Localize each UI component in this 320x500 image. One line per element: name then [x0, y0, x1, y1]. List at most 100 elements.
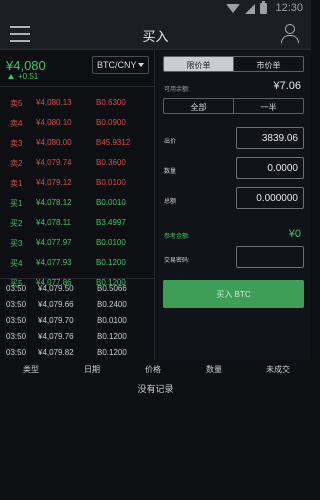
bid-price: ¥4,078.11 — [36, 218, 71, 227]
bid-row[interactable]: 买3 ¥4,077.97 B0.0100 — [0, 232, 155, 252]
trade-password-label: 交易密码: — [164, 258, 190, 264]
ask-amount: B0.6300 — [96, 98, 126, 107]
buy-button[interactable]: 买入 BTC — [163, 280, 304, 308]
ask-amount: B0.0100 — [96, 178, 126, 187]
trade-amount: B0.1200 — [97, 348, 127, 357]
price-change: +0.51 — [8, 72, 38, 81]
trade-row: 03:50 ¥4,079.70 B0.0100 — [0, 312, 155, 328]
ask-label: 卖5 — [10, 99, 23, 108]
portion-half-button[interactable]: 一半 — [233, 99, 303, 113]
ask-price: ¥4,080.00 — [36, 138, 72, 147]
ask-row[interactable]: 卖5 ¥4,080.13 B0.6300 — [0, 92, 155, 112]
portion-all-button[interactable]: 全部 — [164, 99, 233, 113]
divider — [0, 278, 155, 279]
bid-row[interactable]: 买4 ¥4,077.93 B0.1200 — [0, 252, 155, 272]
bid-price: ¥4,077.93 — [36, 258, 72, 267]
bid-row[interactable]: 买2 ¥4,078.11 B3.4997 — [0, 212, 155, 232]
trade-time: 03:50 — [6, 348, 27, 357]
column-header-date: 日期 — [84, 365, 100, 374]
trade-price: ¥4,079.76 — [38, 332, 74, 341]
ask-amount: B0.0900 — [96, 118, 126, 127]
ask-label: 卖2 — [10, 159, 23, 168]
quantity-input[interactable]: 0.0000 — [236, 157, 304, 179]
ask-label: 卖1 — [10, 179, 23, 188]
bid-amount: B3.4997 — [96, 218, 126, 227]
price-input[interactable]: 3839.06 — [236, 127, 304, 149]
title-bar: 买入 — [0, 18, 311, 50]
bid-amount: B0.1200 — [96, 258, 126, 267]
column-header-unfilled: 未成交 — [266, 365, 290, 374]
bid-amount: B0.0100 — [96, 238, 126, 247]
total-label: 总额 — [164, 199, 177, 205]
status-icons — [226, 1, 267, 14]
trade-price: ¥4,079.70 — [38, 316, 74, 325]
trade-price: ¥4,079.82 — [38, 348, 74, 357]
order-form: 限价单 市价单 可用余额: ¥7.06 全部 一半 出价 3839.06 数量 … — [156, 50, 311, 360]
ask-price: ¥4,080.10 — [36, 118, 72, 127]
reference-amount-label: 参考金额: — [164, 234, 190, 240]
trade-price: ¥4,079.50 — [38, 284, 74, 293]
ask-row[interactable]: 卖1 ¥4,079.12 B0.0100 — [0, 172, 155, 192]
trade-time: 03:50 — [6, 316, 27, 325]
orders-panel — [0, 378, 311, 500]
ask-label: 卖4 — [10, 119, 23, 128]
divider — [0, 86, 155, 87]
chevron-down-icon — [138, 63, 144, 67]
signal-icon — [245, 3, 255, 14]
reference-amount-value: ¥0 — [288, 228, 301, 240]
trade-time: 03:50 — [6, 332, 27, 341]
column-header-quantity: 数量 — [206, 365, 222, 374]
trade-time: 03:50 — [6, 284, 27, 293]
user-icon[interactable] — [281, 24, 299, 44]
trade-row: 03:50 ¥4,079.76 B0.1200 — [0, 328, 155, 344]
wifi-icon — [226, 4, 240, 13]
bid-label: 买3 — [10, 239, 23, 248]
arrow-up-icon — [8, 74, 14, 79]
ask-label: 卖3 — [10, 139, 23, 148]
pair-select[interactable]: BTC/CNY — [92, 56, 149, 74]
total-input[interactable]: 0.000000 — [236, 187, 304, 209]
bid-price: ¥4,078.12 — [36, 198, 72, 207]
bid-label: 买1 — [10, 199, 23, 208]
trade-row: 03:50 ¥4,079.50 B0.5066 — [0, 280, 155, 296]
orders-table-header: 类型 日期 价格 数量 未成交 — [0, 360, 311, 378]
pair-select-value: BTC/CNY — [97, 60, 137, 70]
bid-amount: B0.0010 — [96, 198, 126, 207]
tab-market-order[interactable]: 市价单 — [233, 57, 303, 71]
ask-row[interactable]: 卖2 ¥4,079.74 B0.3600 — [0, 152, 155, 172]
market-panel: ¥4,080 +0.51 BTC/CNY 卖5 ¥4,080.13 B0.630… — [0, 50, 155, 360]
trade-price: ¥4,079.66 — [38, 300, 74, 309]
status-bar: 12:30 — [0, 0, 311, 18]
ask-price: ¥4,079.74 — [36, 158, 72, 167]
column-header-price: 价格 — [145, 365, 161, 374]
ask-row[interactable]: 卖3 ¥4,080.00 B45.9312 — [0, 132, 155, 152]
trade-time: 03:50 — [6, 300, 27, 309]
trade-amount: B0.2400 — [97, 300, 127, 309]
status-time: 12:30 — [275, 2, 303, 14]
ask-price: ¥4,079.12 — [36, 178, 72, 187]
portion-toggle: 全部 一半 — [163, 98, 304, 114]
last-price: ¥4,080 — [6, 58, 46, 73]
page-title: 买入 — [142, 29, 169, 44]
bid-row[interactable]: 买1 ¥4,078.12 B0.0010 — [0, 192, 155, 212]
ask-amount: B0.3600 — [96, 158, 126, 167]
available-balance-value: ¥7.06 — [273, 80, 301, 92]
trade-amount: B0.0100 — [97, 316, 127, 325]
column-header-type: 类型 — [23, 365, 39, 374]
price-label: 出价 — [164, 139, 177, 145]
tab-limit-order[interactable]: 限价单 — [164, 57, 233, 71]
quantity-label: 数量 — [164, 169, 177, 175]
trade-row: 03:50 ¥4,079.82 B0.1200 — [0, 344, 155, 360]
empty-orders-message: 没有记录 — [137, 384, 174, 394]
battery-icon — [260, 1, 267, 14]
trade-password-input[interactable] — [236, 246, 304, 268]
ask-amount: B45.9312 — [96, 138, 131, 147]
trade-amount: B0.5066 — [97, 284, 127, 293]
available-balance-label: 可用余额: — [164, 87, 190, 93]
ask-price: ¥4,080.13 — [36, 98, 72, 107]
trade-row: 03:50 ¥4,079.66 B0.2400 — [0, 296, 155, 312]
bid-price: ¥4,077.97 — [36, 238, 72, 247]
bid-label: 买4 — [10, 259, 23, 268]
ask-row[interactable]: 卖4 ¥4,080.10 B0.0900 — [0, 112, 155, 132]
price-change-value: +0.51 — [18, 72, 39, 81]
